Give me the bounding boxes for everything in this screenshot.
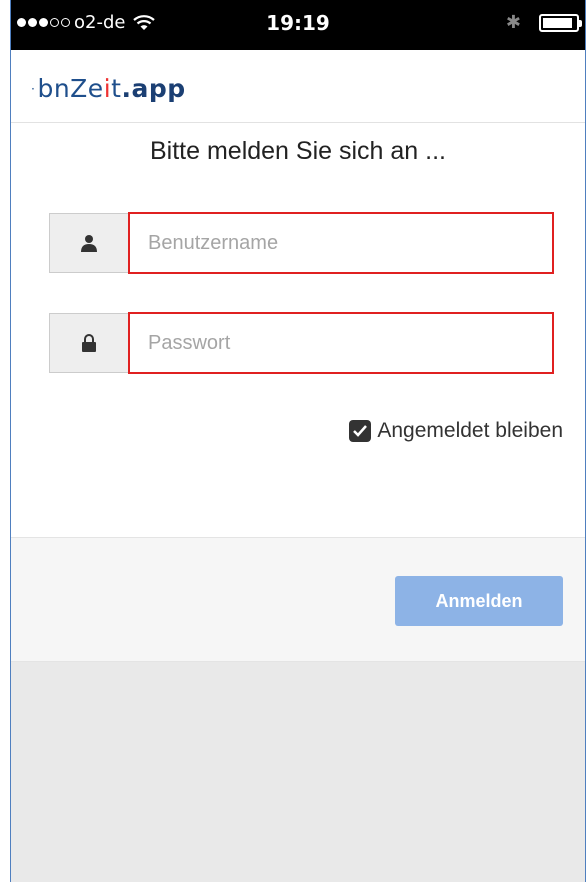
logo-suffix: .app: [121, 74, 186, 103]
app-header: ·bnZeı̇t.app: [11, 50, 585, 123]
password-addon: [49, 313, 129, 373]
status-bar: o2-de 19:19 ✱: [11, 0, 585, 50]
logo-t: t: [111, 74, 122, 103]
bluetooth-icon: ✱: [505, 12, 521, 33]
username-input[interactable]: [128, 212, 554, 274]
lock-icon: [82, 334, 96, 352]
remember-label: Angemeldet bleiben: [377, 419, 563, 442]
battery-icon: [539, 14, 582, 32]
password-input[interactable]: [128, 312, 554, 374]
login-button[interactable]: Anmelden: [395, 576, 563, 626]
status-right: ✱: [505, 12, 582, 33]
clock: 19:19: [266, 11, 330, 35]
user-icon: [81, 235, 97, 252]
form-footer: Anmelden: [11, 537, 585, 662]
form-title: Bitte melden Sie sich an ...: [150, 137, 446, 165]
remember-checkbox[interactable]: [349, 420, 372, 442]
app-frame: o2-de 19:19 ✱ ·bnZeı̇t.app Bitte melden …: [10, 0, 586, 882]
logo-prefix: bnZe: [37, 74, 104, 103]
checkmark-icon: [353, 425, 368, 437]
password-group: [49, 312, 554, 375]
battery-level: [543, 18, 572, 28]
login-form: Bitte melden Sie sich an ... Benutzernam…: [11, 123, 585, 537]
username-group: [49, 212, 554, 275]
remember-me[interactable]: Angemeldet bleiben: [349, 419, 563, 443]
logo: ·bnZeı̇t.app: [29, 74, 186, 103]
username-addon: [49, 213, 129, 273]
